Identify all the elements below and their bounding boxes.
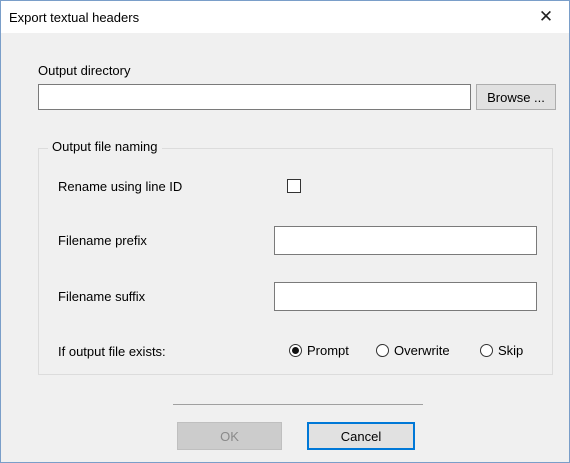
prompt-radio[interactable]: [289, 344, 302, 357]
dialog-window: Export textual headers ✕ Output director…: [0, 0, 570, 463]
close-icon[interactable]: ✕: [523, 1, 569, 33]
prompt-radio-label[interactable]: Prompt: [307, 343, 349, 358]
dialog-title: Export textual headers: [9, 10, 140, 25]
cancel-button[interactable]: Cancel: [307, 422, 415, 450]
rename-line-id-checkbox[interactable]: [287, 179, 301, 193]
filename-prefix-label: Filename prefix: [58, 233, 147, 248]
filename-prefix-input[interactable]: [274, 226, 537, 255]
skip-radio-label[interactable]: Skip: [498, 343, 523, 358]
output-file-naming-label: Output file naming: [48, 139, 162, 154]
skip-radio[interactable]: [480, 344, 493, 357]
filename-suffix-label: Filename suffix: [58, 289, 146, 304]
rename-line-id-label: Rename using line ID: [58, 179, 183, 194]
ok-button[interactable]: OK: [177, 422, 282, 450]
output-directory-label: Output directory: [38, 63, 131, 78]
footer-separator: [173, 404, 423, 405]
overwrite-radio-label[interactable]: Overwrite: [394, 343, 450, 358]
title-bar: Export textual headers ✕: [1, 1, 569, 33]
filename-suffix-input[interactable]: [274, 282, 537, 311]
browse-button[interactable]: Browse ...: [476, 84, 556, 110]
output-directory-input[interactable]: [38, 84, 471, 110]
if-output-exists-label: If output file exists:: [58, 344, 166, 359]
overwrite-radio[interactable]: [376, 344, 389, 357]
